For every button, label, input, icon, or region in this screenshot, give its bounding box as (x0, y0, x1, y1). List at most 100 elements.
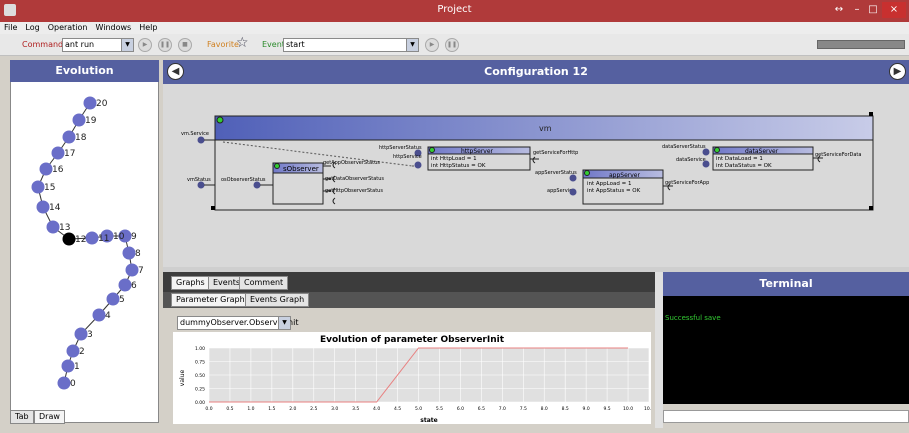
port-dot[interactable] (702, 160, 710, 168)
port-os-observer-status: osObserverStatus (221, 177, 266, 183)
x-tick-label: 2.0 (289, 406, 296, 412)
x-tick-label: 7.0 (499, 406, 506, 412)
tab-tab[interactable]: Tab (10, 410, 34, 424)
port-data-server-status: dataServerStatus (662, 144, 706, 150)
tab-parameter-graph[interactable]: Parameter Graph (171, 293, 250, 307)
evolution-node[interactable] (66, 344, 80, 358)
port-vm-service: vm.Service (181, 131, 209, 137)
y-tick-label: 0.50 (195, 373, 205, 379)
menu-operation[interactable]: Operation (44, 22, 92, 32)
title-bar: Project ↔ – □ × (0, 0, 909, 22)
toolbar: Command ant run ▼ ▶ ❚❚ ■ Favorite ☆ Event… (0, 34, 909, 56)
x-tick-label: 1.5 (268, 406, 275, 412)
event-select[interactable]: start ▼ (283, 38, 419, 52)
menu-windows[interactable]: Windows (92, 22, 136, 32)
menu-help[interactable]: Help (135, 22, 161, 32)
pause-icon[interactable]: ❚❚ (158, 38, 172, 52)
evolution-node-label: 16 (52, 165, 64, 175)
evolution-node-label: 20 (96, 99, 108, 109)
port-dot[interactable] (197, 181, 205, 189)
tab-comment[interactable]: Comment (239, 276, 289, 290)
evolution-node[interactable] (31, 180, 45, 194)
menu-file[interactable]: File (0, 22, 21, 32)
port-get-service-for-http: getServiceForHttp (533, 150, 578, 156)
evolution-node[interactable] (72, 113, 86, 127)
tab-draw[interactable]: Draw (34, 410, 65, 424)
x-tick-label: 1.0 (247, 406, 254, 412)
vertical-splitter[interactable] (655, 272, 663, 428)
resize-handle (211, 206, 215, 210)
evolution-title: Evolution (10, 60, 159, 82)
evolution-node[interactable] (57, 376, 71, 390)
evolution-node[interactable] (118, 278, 132, 292)
tab-events-graph[interactable]: Events Graph (245, 293, 310, 307)
evolution-node[interactable] (74, 327, 88, 341)
play-icon[interactable]: ▶ (138, 38, 152, 52)
terminal-input[interactable] (663, 410, 909, 423)
evolution-node[interactable] (122, 246, 136, 260)
port-dot[interactable] (569, 188, 577, 196)
evolution-node-label: 17 (64, 149, 75, 159)
port-dot[interactable] (569, 174, 577, 182)
parameter-select[interactable]: dummyObserver.ObserverInit ▼ (177, 316, 298, 330)
evolution-node-label: 18 (75, 133, 87, 143)
play-event-icon[interactable]: ▶ (425, 38, 439, 52)
prev-config-icon[interactable]: ◀ (167, 63, 184, 80)
vm-label: vm (539, 124, 552, 133)
evolution-node[interactable] (83, 96, 97, 110)
evolution-node[interactable] (92, 308, 106, 322)
stop-icon[interactable]: ■ (178, 38, 192, 52)
close-button[interactable]: × (882, 2, 906, 18)
port-dot[interactable] (253, 181, 261, 189)
evolution-node[interactable] (46, 220, 60, 234)
port-dot[interactable] (414, 161, 422, 169)
evolution-node-label: 2 (79, 347, 85, 357)
evolution-node[interactable] (85, 231, 99, 245)
evolution-node-label: 15 (44, 183, 55, 193)
evolution-node[interactable] (62, 130, 76, 144)
evolution-node-label: 0 (70, 379, 76, 389)
evolution-node-label: 13 (59, 223, 70, 233)
y-tick-label: 1.00 (195, 346, 205, 352)
x-tick-label: 6.0 (457, 406, 464, 412)
progress-bar (817, 40, 905, 49)
menu-log[interactable]: Log (21, 22, 43, 32)
socket-icon (532, 156, 536, 164)
app-server-name: appServer (609, 172, 641, 179)
evolution-node[interactable] (61, 359, 75, 373)
minimize-button[interactable]: – (850, 2, 864, 18)
port-dot[interactable] (702, 148, 710, 156)
event-label: Event (262, 40, 285, 49)
x-tick-label: 4.0 (373, 406, 380, 412)
maximize-button[interactable]: □ (866, 2, 880, 18)
pause-event-icon[interactable]: ❚❚ (445, 38, 459, 52)
terminal-output: Successful save (663, 296, 909, 404)
tab-graphs[interactable]: Graphs (171, 276, 210, 290)
x-axis-label: state (420, 417, 437, 424)
data-server-name: dataServer (745, 148, 779, 155)
tab-strip: Graphs Events Comment (163, 272, 655, 292)
terminal-text: Successful save (665, 314, 721, 322)
resize-handle (869, 206, 873, 210)
x-tick-label: 3.0 (331, 406, 338, 412)
evolution-node[interactable] (36, 200, 50, 214)
observer-status-dot (274, 163, 280, 169)
http-server-name: httpServer (461, 148, 494, 155)
evolution-node[interactable] (106, 292, 120, 306)
restore-icon[interactable]: ↔ (832, 2, 846, 18)
evolution-node[interactable] (51, 146, 65, 160)
diagram-canvas: vm vm.Service vmStatus osObserverStatus … (181, 112, 874, 211)
port-dot[interactable] (197, 136, 205, 144)
evolution-node[interactable] (62, 232, 76, 246)
next-config-icon[interactable]: ▶ (889, 63, 906, 80)
star-icon[interactable]: ☆ (236, 35, 249, 51)
port-http-service: httpService (393, 154, 422, 160)
command-select[interactable]: ant run ▼ (62, 38, 134, 52)
evolution-node[interactable] (39, 162, 53, 176)
chart-title: Evolution of parameter ObserverInit (320, 335, 505, 345)
evolution-node[interactable] (125, 263, 139, 277)
x-tick-label: 6.5 (478, 406, 485, 412)
y-axis-label: value (179, 369, 186, 386)
app-status-dot (584, 170, 590, 176)
app-attr-2: int AppStatus = OK (587, 188, 641, 194)
